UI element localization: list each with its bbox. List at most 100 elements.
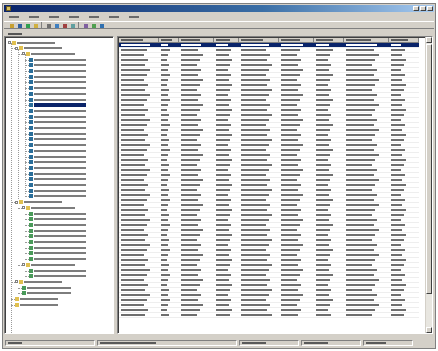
tree-node[interactable] [22,51,75,56]
tree-node[interactable] [29,177,86,182]
tree-node[interactable] [29,240,86,245]
collapse-icon[interactable] [15,200,18,204]
menu-item[interactable] [47,13,61,20]
tree-node[interactable] [29,97,86,102]
menu-item[interactable] [27,13,41,20]
table-cell [279,298,314,302]
table-cell [344,268,389,272]
tree-node[interactable] [29,57,86,62]
tree-node[interactable] [29,103,86,108]
tree-node[interactable] [29,126,86,131]
tree-node[interactable] [29,257,86,262]
scroll-thumb[interactable] [426,44,432,294]
tree-node[interactable] [22,262,75,267]
print-button[interactable] [45,22,51,28]
tree-node[interactable] [29,160,86,165]
table-cell [239,273,279,277]
scroll-up-arrow[interactable] [426,37,432,43]
tree-node[interactable] [29,86,86,91]
save-button[interactable] [16,22,22,28]
table-cell [344,93,389,97]
tree-node[interactable] [8,40,55,45]
collapse-icon[interactable] [22,263,25,267]
tree-node[interactable] [22,205,75,210]
tree-node[interactable] [15,279,62,284]
table-cell [279,103,314,107]
table-cell [119,258,159,262]
menu-item[interactable] [107,13,121,20]
table-cell [179,258,214,262]
open-button[interactable] [8,22,14,28]
tree-node[interactable] [29,211,86,216]
vertical-scrollbar[interactable] [425,37,432,333]
tree-node[interactable] [22,285,71,290]
tree-node[interactable] [29,148,86,153]
records-grid[interactable] [117,36,433,334]
tree-node[interactable] [29,268,86,273]
tree-node[interactable] [29,137,86,142]
table-cell [214,78,239,82]
table-row[interactable] [119,313,419,318]
grid-button[interactable] [82,22,88,28]
copy-button[interactable] [61,22,67,28]
tree-node[interactable] [15,297,58,302]
tree-node[interactable] [29,131,86,136]
tree-node[interactable] [15,302,58,307]
tree-node[interactable] [29,69,86,74]
menu-item[interactable] [67,13,81,20]
filter-button[interactable] [69,22,75,28]
navigation-tree[interactable] [4,36,114,334]
tree-node[interactable] [29,63,86,68]
table-cell [314,228,344,232]
tree-node-label [34,131,86,136]
tree-node[interactable] [29,91,86,96]
tree-node[interactable] [29,120,86,125]
tree-node[interactable] [29,228,86,233]
help-button[interactable] [98,22,104,28]
close-button[interactable] [427,6,433,11]
maximize-button[interactable] [420,6,426,11]
tree-node[interactable] [29,171,86,176]
folder-button[interactable] [32,22,38,28]
table-cell [389,263,419,267]
table-cell [314,178,344,182]
collapse-icon[interactable] [22,206,25,210]
tree-node[interactable] [29,165,86,170]
tree-node[interactable] [29,114,86,119]
tree-node[interactable] [15,46,62,51]
tree-node[interactable] [29,188,86,193]
table-cell [344,163,389,167]
menu-item[interactable] [7,13,21,20]
tree-node-label [27,291,71,296]
collapse-icon[interactable] [15,280,18,284]
tree-node[interactable] [29,234,86,239]
export-button[interactable] [90,22,96,28]
tree-node[interactable] [29,217,86,222]
table-cell [214,198,239,202]
tree-node[interactable] [29,143,86,148]
tree-node[interactable] [29,74,86,79]
tree-node[interactable] [29,194,86,199]
table-cell [214,218,239,222]
tree-node[interactable] [29,80,86,85]
scroll-down-arrow[interactable] [426,327,432,333]
minimize-button[interactable] [413,6,419,11]
tree-node[interactable] [29,245,86,250]
menu-item[interactable] [127,13,141,20]
table-cell [344,188,389,192]
refresh-button[interactable] [24,22,30,28]
tree-node[interactable] [22,291,71,296]
table-cell [159,123,179,127]
tree-node[interactable] [29,183,86,188]
tree-node[interactable] [29,222,86,227]
tree-node-label [34,177,86,182]
tree-node[interactable] [29,251,86,256]
menu-item[interactable] [87,13,101,20]
table-cell [214,213,239,217]
tree-node[interactable] [29,274,86,279]
tree-node[interactable] [15,200,62,205]
title-bar[interactable] [4,5,434,12]
search-button[interactable] [53,22,59,28]
tree-node[interactable] [29,108,86,113]
tree-node[interactable] [29,154,86,159]
